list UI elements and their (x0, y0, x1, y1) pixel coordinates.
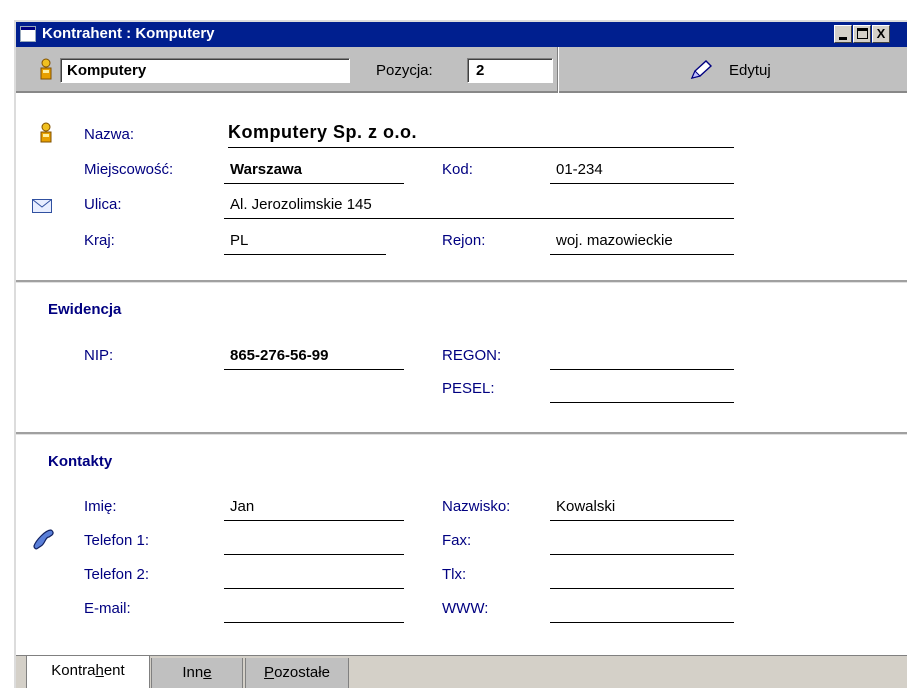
tlx-label: Tlx: (442, 566, 467, 583)
toolbar: Komputery Pozycja: 2 Edytuj (16, 47, 907, 93)
ewidencja-title: Ewidencja (48, 301, 122, 318)
kraj-field[interactable]: PL (224, 228, 386, 255)
nip-field[interactable]: 865-276-56-99 (224, 343, 404, 370)
telefon1-field[interactable] (224, 528, 404, 555)
tlx-field[interactable] (550, 562, 734, 589)
close-button[interactable]: X (872, 25, 890, 43)
regon-label: REGON: (442, 347, 502, 364)
fax-field[interactable] (550, 528, 734, 555)
edit-button[interactable]: Edytuj (559, 47, 907, 93)
nazwa-field[interactable]: Komputery Sp. z o.o. (228, 121, 734, 148)
maximize-icon (857, 28, 868, 39)
nip-label: NIP: (84, 347, 114, 364)
imie-label: Imię: (84, 498, 117, 515)
kod-label: Kod: (442, 161, 473, 178)
tab-inne[interactable]: Inne (151, 658, 243, 688)
envelope-icon (32, 199, 52, 213)
window-icon (20, 26, 36, 42)
pesel-label: PESEL: (442, 380, 495, 397)
minimize-icon (839, 37, 847, 40)
section-divider (16, 432, 907, 435)
tab-kontrahent-hotkey: h (95, 662, 104, 679)
tab-inne-label-a: Inn (182, 664, 204, 681)
kontakty-title: Kontakty (48, 453, 113, 470)
www-label: WWW: (442, 600, 489, 617)
email-field[interactable] (224, 596, 404, 623)
miejscowosc-field[interactable]: Warszawa (224, 157, 404, 184)
contractor-window: Kontrahent : Komputery X Komputery Pozyc… (14, 20, 907, 688)
www-field[interactable] (550, 596, 734, 623)
person-icon (40, 122, 52, 143)
nazwa-label: Nazwa: (84, 126, 135, 143)
minimize-button[interactable] (834, 25, 852, 43)
section-divider (16, 280, 907, 283)
position-label: Pozycja: (376, 62, 433, 79)
position-field[interactable]: 2 (467, 58, 553, 83)
email-label: E-mail: (84, 600, 131, 617)
tab-bar: Kontrahent Inne Pozostałe (16, 655, 907, 688)
ulica-field[interactable]: Al. Jerozolimskie 145 (224, 192, 734, 219)
tab-pozostale-label-b: ozostałe (274, 664, 330, 681)
form-content: Nazwa: Komputery Sp. z o.o. Miejscowość:… (16, 95, 907, 655)
close-icon: X (876, 26, 886, 41)
telefon2-field[interactable] (224, 562, 404, 589)
tab-pozostale-hotkey: P (264, 664, 275, 681)
phone-icon (33, 529, 54, 550)
kod-field[interactable]: 01-234 (550, 157, 734, 184)
nazwisko-field[interactable]: Kowalski (550, 494, 734, 521)
telefon2-label: Telefon 2: (84, 566, 150, 583)
miejscowosc-label: Miejscowość: (84, 161, 174, 178)
tab-kontrahent-label-b: ent (103, 662, 125, 679)
contractor-name-field[interactable]: Komputery (60, 58, 350, 83)
fax-label: Fax: (442, 532, 472, 549)
rejon-label: Rejon: (442, 232, 486, 249)
tab-inne-hotkey: e (203, 664, 212, 681)
title-bar[interactable]: Kontrahent : Komputery X (16, 22, 907, 47)
rejon-field[interactable]: woj. mazowieckie (550, 228, 734, 255)
tab-pozostale[interactable]: Pozostałe (245, 658, 349, 688)
ulica-label: Ulica: (84, 196, 122, 213)
nazwisko-label: Nazwisko: (442, 498, 511, 515)
kraj-label: Kraj: (84, 232, 115, 249)
pesel-field[interactable] (550, 376, 734, 403)
pencil-icon (690, 60, 713, 80)
regon-field[interactable] (550, 343, 734, 370)
edit-label: Edytuj (729, 62, 771, 79)
person-icon (40, 58, 52, 80)
tab-kontrahent-label-a: Kontra (51, 662, 96, 679)
tab-kontrahent[interactable]: Kontrahent (26, 656, 150, 688)
telefon1-label: Telefon 1: (84, 532, 150, 549)
window-title: Kontrahent : Komputery (42, 25, 215, 42)
imie-field[interactable]: Jan (224, 494, 404, 521)
maximize-button[interactable] (853, 25, 871, 43)
